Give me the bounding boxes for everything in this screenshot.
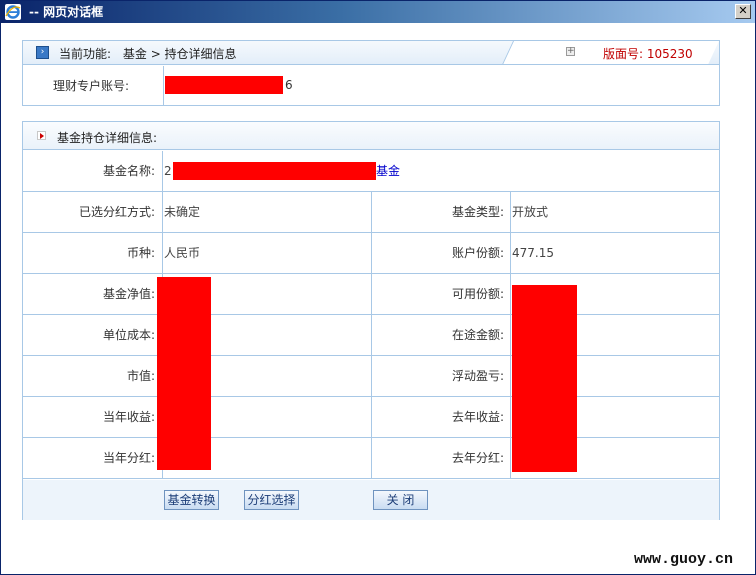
watermark: www.guoy.cn xyxy=(634,551,734,568)
redacted-right-values xyxy=(512,285,577,472)
dividend-method-value: 未确定 xyxy=(164,205,201,219)
currency-value: 人民币 xyxy=(164,246,201,260)
market-value-label: 市值: xyxy=(126,369,155,383)
current-function-label: 当前功能: xyxy=(59,47,112,61)
title-bar: -- 网页对话框 ✕ xyxy=(1,1,755,23)
divider xyxy=(163,66,164,106)
floating-pnl-label: 浮动盈亏: xyxy=(451,369,504,383)
version-label: 版面号: xyxy=(603,47,644,61)
unit-cost-label: 单位成本: xyxy=(102,328,155,342)
account-row: 理财专户账号: 6 xyxy=(23,66,719,106)
account-value-suffix: 6 xyxy=(285,78,293,92)
button-bar: 基金转换 分红选择 关 闭 xyxy=(23,480,719,520)
version-value: 105230 xyxy=(646,47,693,61)
redacted-fund-name xyxy=(173,162,376,180)
fund-detail-panel: 基金持仓详细信息: 基金名称: 2 基金 已选分红方式: 未确定 基金类型: 开… xyxy=(22,121,720,520)
nav-label: 基金净值: xyxy=(102,287,155,301)
dividend-method-label: 已选分红方式: xyxy=(78,205,155,219)
current-year-income-label: 当年收益: xyxy=(102,410,155,424)
version-number: 版面号: 105230 xyxy=(603,45,693,62)
dialog-window: -- 网页对话框 ✕ › 当前功能: 基金 > 持仓详细信息 + 版面号: 10… xyxy=(0,0,756,575)
nav-arrow-icon: › xyxy=(36,46,49,59)
expand-icon[interactable]: + xyxy=(566,47,575,56)
column-divider xyxy=(371,192,372,479)
window-title: -- 网页对话框 xyxy=(29,5,104,19)
redacted-left-values xyxy=(157,277,211,470)
column-divider xyxy=(510,192,511,479)
fund-type-label: 基金类型: xyxy=(451,205,504,219)
breadcrumb: 基金 > 持仓详细信息 xyxy=(122,47,237,61)
account-shares-value: 477.15 xyxy=(512,246,554,260)
in-transit-amount-label: 在途金额: xyxy=(451,328,504,342)
fund-name-label: 基金名称: xyxy=(102,164,155,178)
section-title: 基金持仓详细信息: xyxy=(57,131,158,145)
account-label: 理财专户账号: xyxy=(52,79,129,93)
fund-name-row: 基金名称: 2 基金 xyxy=(23,151,719,192)
section-header: 基金持仓详细信息: xyxy=(23,122,719,150)
fund-convert-button[interactable]: 基金转换 xyxy=(164,490,219,510)
redacted-account-number xyxy=(165,76,283,94)
last-year-income-label: 去年收益: xyxy=(451,410,504,424)
close-button[interactable]: 关 闭 xyxy=(373,490,428,510)
available-shares-label: 可用份额: xyxy=(451,287,504,301)
currency-label: 币种: xyxy=(126,246,155,260)
ie-icon xyxy=(5,4,21,20)
close-window-button[interactable]: ✕ xyxy=(735,4,751,19)
function-header-panel: › 当前功能: 基金 > 持仓详细信息 + 版面号: 105230 理财专户账号… xyxy=(22,40,720,106)
fund-name-link[interactable]: 基金 xyxy=(376,151,400,191)
fund-name-prefix: 2 xyxy=(164,164,172,178)
account-shares-label: 账户份额: xyxy=(451,246,504,260)
dividend-select-button[interactable]: 分红选择 xyxy=(244,490,299,510)
function-bar: › 当前功能: 基金 > 持仓详细信息 + 版面号: 105230 xyxy=(23,41,719,65)
current-function: 当前功能: 基金 > 持仓详细信息 xyxy=(59,45,237,62)
arrow-right-icon xyxy=(37,131,46,140)
fund-type-value: 开放式 xyxy=(512,205,549,219)
last-year-dividend-label: 去年分红: xyxy=(451,451,504,465)
current-year-dividend-label: 当年分红: xyxy=(102,451,155,465)
